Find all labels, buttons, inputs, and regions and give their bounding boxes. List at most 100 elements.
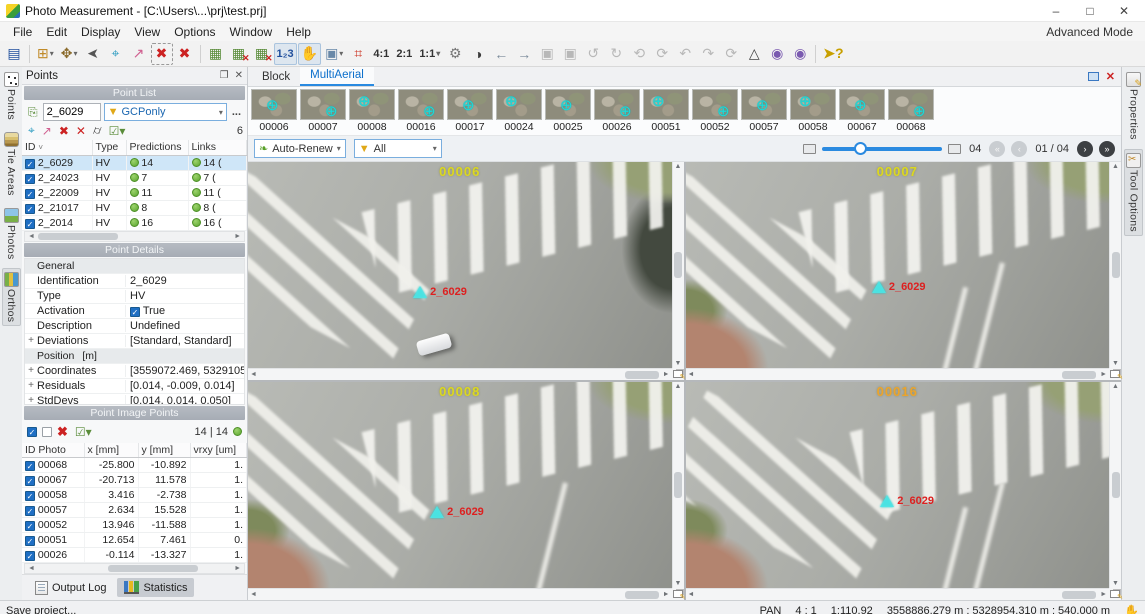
- point-row[interactable]: ✓ 2_22009 HV 11 11 (: [22, 185, 247, 201]
- expand-icon[interactable]: +: [25, 365, 37, 376]
- aerial-image[interactable]: 00016 2_6029: [685, 382, 1109, 588]
- point-filter-select[interactable]: ▼ GCPonly ▾: [103, 103, 227, 121]
- render-settings-icon[interactable]: ⚙: [444, 43, 466, 65]
- zoom-4-1-button[interactable]: 4:1: [370, 43, 392, 65]
- photo-thumbnail[interactable]: 00017: [447, 89, 493, 133]
- photo-thumbnail[interactable]: 00058: [790, 89, 836, 133]
- sidebar-tab-orthos[interactable]: Orthos: [1, 268, 21, 327]
- next-page-button[interactable]: ›: [1077, 140, 1093, 157]
- image-remove-icon[interactable]: ▦: [228, 43, 250, 65]
- output-log-tab[interactable]: Output Log: [28, 578, 113, 598]
- expand-icon[interactable]: +: [25, 335, 37, 346]
- sidebar-tab-tie-areas[interactable]: Tie Areas: [3, 129, 20, 199]
- camera-pose-icon[interactable]: △: [743, 43, 765, 65]
- viewport-00016[interactable]: 00016 2_6029 ▲ ▼ ◄ ►: [685, 382, 1123, 601]
- close-button[interactable]: ✕: [1107, 1, 1141, 21]
- row-checkbox[interactable]: ✓: [25, 173, 35, 184]
- check-menu-icon[interactable]: ☑▾: [73, 425, 94, 439]
- menu-window[interactable]: Window: [223, 24, 280, 40]
- delete-selection-icon[interactable]: ✖: [150, 42, 173, 65]
- point-row[interactable]: ✓ 2_2014 HV 16 16 (: [22, 215, 247, 231]
- aerial-image[interactable]: 00007 2_6029: [685, 162, 1109, 368]
- row-checkbox[interactable]: ✓: [25, 461, 35, 471]
- tab-block[interactable]: Block: [252, 69, 300, 86]
- expand-icon[interactable]: +: [25, 395, 37, 404]
- viewport-00007[interactable]: 00007 2_6029 ▲ ▼ ◄ ►: [685, 162, 1123, 381]
- minimize-button[interactable]: –: [1039, 1, 1073, 21]
- row-checkbox[interactable]: ✓: [25, 218, 35, 229]
- viewport-vscrollbar[interactable]: ▲ ▼: [1109, 382, 1121, 588]
- menu-view[interactable]: View: [127, 24, 167, 40]
- slider-handle[interactable]: [854, 141, 868, 155]
- row-checkbox[interactable]: ✓: [25, 476, 35, 486]
- project-options-icon[interactable]: ⊞ ▾: [34, 43, 57, 65]
- track-icon[interactable]: ↗: [40, 124, 54, 138]
- image-point-row[interactable]: ✓ 00057 2.634 15.528 1.: [22, 502, 247, 518]
- menu-file[interactable]: File: [6, 24, 39, 40]
- statistics-tab[interactable]: Statistics: [117, 578, 195, 597]
- photo-thumbnail[interactable]: 00052: [692, 89, 738, 133]
- details-row[interactable]: + StdDevs [0.014, 0.014, 0.050]: [25, 394, 244, 404]
- last-page-button[interactable]: »: [1099, 140, 1115, 157]
- tab-multiaerial[interactable]: MultiAerial: [300, 67, 374, 86]
- viewport-vscrollbar[interactable]: ▲ ▼: [671, 162, 684, 368]
- viewport-vscrollbar[interactable]: ▲ ▼: [671, 382, 684, 588]
- expand-icon[interactable]: +: [25, 380, 37, 391]
- image-point-row[interactable]: ✓ 00067 -20.713 11.578 1.: [22, 472, 247, 488]
- photo-thumbnail[interactable]: 00051: [643, 89, 689, 133]
- filter-more-button[interactable]: ...: [230, 106, 243, 118]
- col-links[interactable]: Links: [188, 140, 247, 156]
- photo-thumbnail[interactable]: 00057: [741, 89, 787, 133]
- remove-icon[interactable]: ✕: [74, 124, 88, 138]
- photo-filter-select[interactable]: ▼ All ▾: [353, 139, 442, 158]
- details-section-position[interactable]: Position [m]: [25, 348, 244, 364]
- photo-thumbnail[interactable]: 00025: [545, 89, 591, 133]
- viewport-count-slider[interactable]: [822, 141, 943, 155]
- activation-checkbox[interactable]: ✓: [130, 306, 140, 317]
- menu-display[interactable]: Display: [74, 24, 127, 40]
- context-help-icon[interactable]: ➤?: [820, 43, 846, 65]
- aerial-image[interactable]: 00008 2_6029: [248, 382, 672, 588]
- contrast-icon[interactable]: ◑: [467, 43, 489, 65]
- point-marker[interactable]: 2_6029: [871, 281, 926, 294]
- photo-thumbnail[interactable]: 00024: [496, 89, 542, 133]
- menu-edit[interactable]: Edit: [39, 24, 74, 40]
- row-checkbox[interactable]: ✓: [25, 521, 35, 531]
- viewport-vscrollbar[interactable]: ▲ ▼: [1109, 162, 1121, 368]
- menu-options[interactable]: Options: [167, 24, 222, 40]
- viewport-00008[interactable]: 00008 2_6029 ▲ ▼ ◄ ►: [248, 382, 686, 601]
- delete-image-point-icon[interactable]: ✖: [57, 424, 68, 440]
- details-row[interactable]: Type HV: [25, 289, 244, 304]
- pan-hand-icon[interactable]: ✋: [297, 42, 322, 65]
- row-checkbox[interactable]: ✓: [25, 506, 35, 516]
- auto-renew-select[interactable]: ❧ Auto-Renew ▾: [254, 139, 346, 158]
- details-row[interactable]: Identification 2_6029: [25, 274, 244, 289]
- col-predictions[interactable]: Predictions: [126, 140, 189, 156]
- first-page-button[interactable]: «: [989, 140, 1006, 157]
- image-points-hscrollbar[interactable]: ◄ ►: [24, 563, 245, 574]
- col-id-photo[interactable]: ID Photo: [22, 442, 85, 458]
- viewport-00006[interactable]: 00006 2_6029 ▲ ▼ ◄ ►: [248, 162, 686, 381]
- row-checkbox[interactable]: ✓: [25, 551, 35, 561]
- overlay-layout-icon[interactable]: ▣ ▾: [322, 43, 346, 65]
- row-checkbox[interactable]: ✓: [25, 536, 35, 546]
- measure-icon[interactable]: ⌖: [26, 123, 37, 138]
- viewport-hscrollbar[interactable]: ◄ ►: [248, 368, 672, 380]
- row-checkbox[interactable]: ✓: [25, 158, 35, 169]
- image-remove-all-icon[interactable]: ▦: [251, 43, 273, 65]
- photo-thumbnail[interactable]: 00016: [398, 89, 444, 133]
- viewport-layout-icon[interactable]: [1109, 368, 1123, 381]
- image-point-row[interactable]: ✓ 00051 12.654 7.461 0.: [22, 532, 247, 548]
- sidebar-tab-tool-options[interactable]: Tool Options: [1124, 148, 1143, 236]
- row-checkbox[interactable]: ✓: [25, 491, 35, 501]
- col-type[interactable]: Type: [92, 140, 127, 156]
- photo-thumbnail[interactable]: 00067: [839, 89, 885, 133]
- photo-thumbnail[interactable]: 00006: [251, 89, 297, 133]
- prev-page-button[interactable]: ‹: [1011, 140, 1028, 157]
- point-marker[interactable]: 2_6029: [880, 495, 934, 508]
- details-row[interactable]: + Residuals [0.014, -0.009, 0.014]: [25, 379, 244, 394]
- move-point-tool-icon[interactable]: ✥ ▾: [58, 43, 81, 65]
- aerial-image[interactable]: 00006 2_6029: [248, 162, 672, 368]
- viewport-hscrollbar[interactable]: ◄ ►: [685, 368, 1109, 380]
- details-row[interactable]: + Coordinates [3559072.469, 5329105.84..…: [25, 364, 244, 379]
